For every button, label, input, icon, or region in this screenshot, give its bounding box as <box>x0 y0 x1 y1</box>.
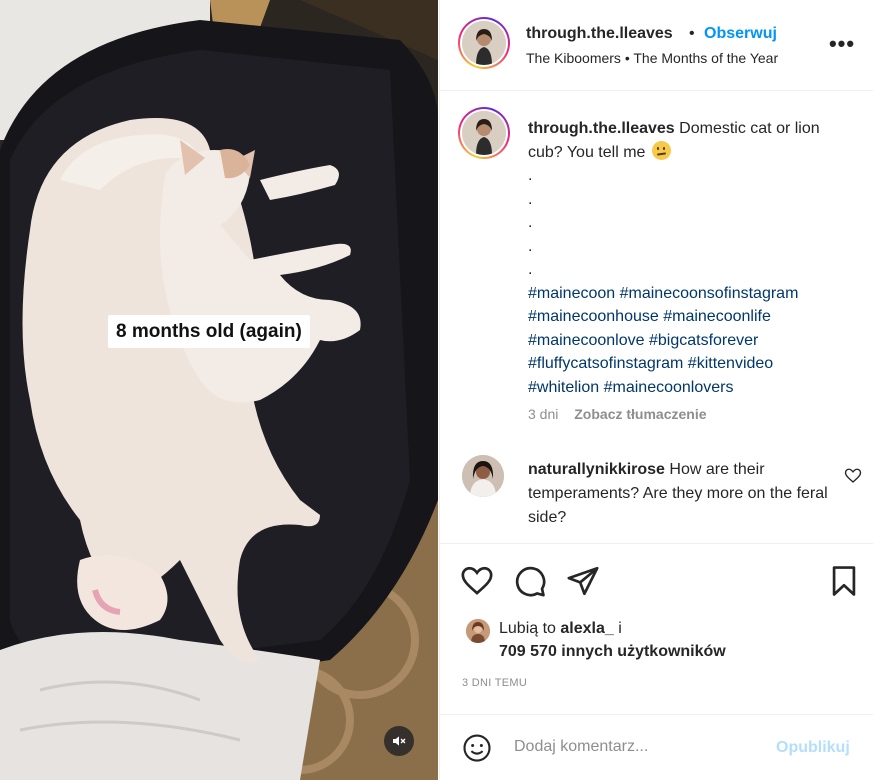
hashtag-link[interactable]: #whitelion <box>528 379 599 396</box>
likes-prefix: Lubią to <box>499 620 556 637</box>
hashtag-link[interactable]: #mainecoonlovers <box>604 379 734 396</box>
dot-line: . <box>528 214 533 231</box>
hashtag-link[interactable]: #mainecoonhouse <box>528 308 659 325</box>
caption-author-avatar[interactable] <box>458 107 510 159</box>
caption-text: through.the.lleaves Domestic cat or lion… <box>528 117 848 399</box>
commenter-avatar[interactable] <box>462 455 504 497</box>
hashtag-link[interactable]: #kittenvideo <box>688 355 773 372</box>
more-options-icon[interactable]: ••• <box>828 30 856 58</box>
post-details-panel: through.the.lleaves • Obserwuj The Kiboo… <box>439 0 873 780</box>
avatar-image <box>462 111 506 155</box>
confused-face-icon <box>651 140 671 160</box>
hashtags: #mainecoon #mainecoonsofinstagram #maine… <box>528 282 848 400</box>
separator-dot: • <box>689 25 695 42</box>
liker-avatar[interactable] <box>466 619 490 643</box>
post-actions <box>440 543 873 613</box>
mute-button[interactable] <box>384 726 414 756</box>
caption-meta: 3 dni Zobacz tłumaczenie <box>528 406 707 422</box>
hashtag-link[interactable]: #mainecoon <box>528 285 615 302</box>
dot-line: . <box>528 237 533 255</box>
comment-text: naturallynikkirose How are their tempera… <box>528 458 828 530</box>
caption-dots: . . . . . <box>528 164 848 282</box>
post-media[interactable]: 8 months old (again) <box>0 0 438 780</box>
author-avatar[interactable] <box>458 17 510 69</box>
comment-icon[interactable] <box>513 564 547 598</box>
hashtag-link[interactable]: #mainecoonsofinstagram <box>620 285 799 302</box>
hashtag-link[interactable]: #bigcatsforever <box>649 332 758 349</box>
likes-count[interactable]: 709 570 innych użytkowników <box>499 643 726 661</box>
dot-line: . <box>528 167 533 184</box>
like-comment-heart-icon[interactable] <box>844 467 862 485</box>
avatar-image <box>462 455 504 497</box>
emoji-picker-icon[interactable] <box>462 733 492 763</box>
hashtag-link[interactable]: #mainecoonlove <box>528 332 645 349</box>
post-header: through.the.lleaves • Obserwuj The Kiboo… <box>440 0 873 91</box>
bookmark-icon[interactable] <box>827 564 861 598</box>
likes-line-1: Lubią to alexla_ i <box>499 620 622 638</box>
cats-photo <box>0 0 438 780</box>
audio-track-link[interactable]: The Kiboomers • The Months of the Year <box>526 50 778 66</box>
author-username[interactable]: through.the.lleaves <box>526 25 673 43</box>
avatar-image <box>462 21 506 65</box>
see-translation-button[interactable]: Zobacz tłumaczenie <box>574 406 706 422</box>
follow-button[interactable]: Obserwuj <box>704 25 777 43</box>
video-text-overlay: 8 months old (again) <box>108 315 310 348</box>
post-timestamp[interactable]: 3 DNI TEMU <box>462 677 527 689</box>
dot-line: . <box>528 261 533 278</box>
hashtag-link[interactable]: #mainecoonlife <box>663 308 771 325</box>
commenter-username[interactable]: naturallynikkirose <box>528 461 665 478</box>
comment-input[interactable] <box>514 735 764 759</box>
share-icon[interactable] <box>566 564 600 598</box>
caption-username[interactable]: through.the.lleaves <box>528 120 675 137</box>
dot-line: . <box>528 190 533 208</box>
caption-age[interactable]: 3 dni <box>528 406 558 422</box>
hashtag-link[interactable]: #fluffycatsofinstagram <box>528 355 683 372</box>
publish-button[interactable]: Opublikuj <box>776 739 850 757</box>
avatar-image <box>466 619 490 643</box>
add-comment-bar: Opublikuj <box>440 714 873 780</box>
heart-icon[interactable] <box>460 564 494 598</box>
likes-conjunction: i <box>618 620 622 637</box>
liker-username[interactable]: alexla_ <box>560 620 613 637</box>
speaker-muted-icon <box>393 736 406 746</box>
